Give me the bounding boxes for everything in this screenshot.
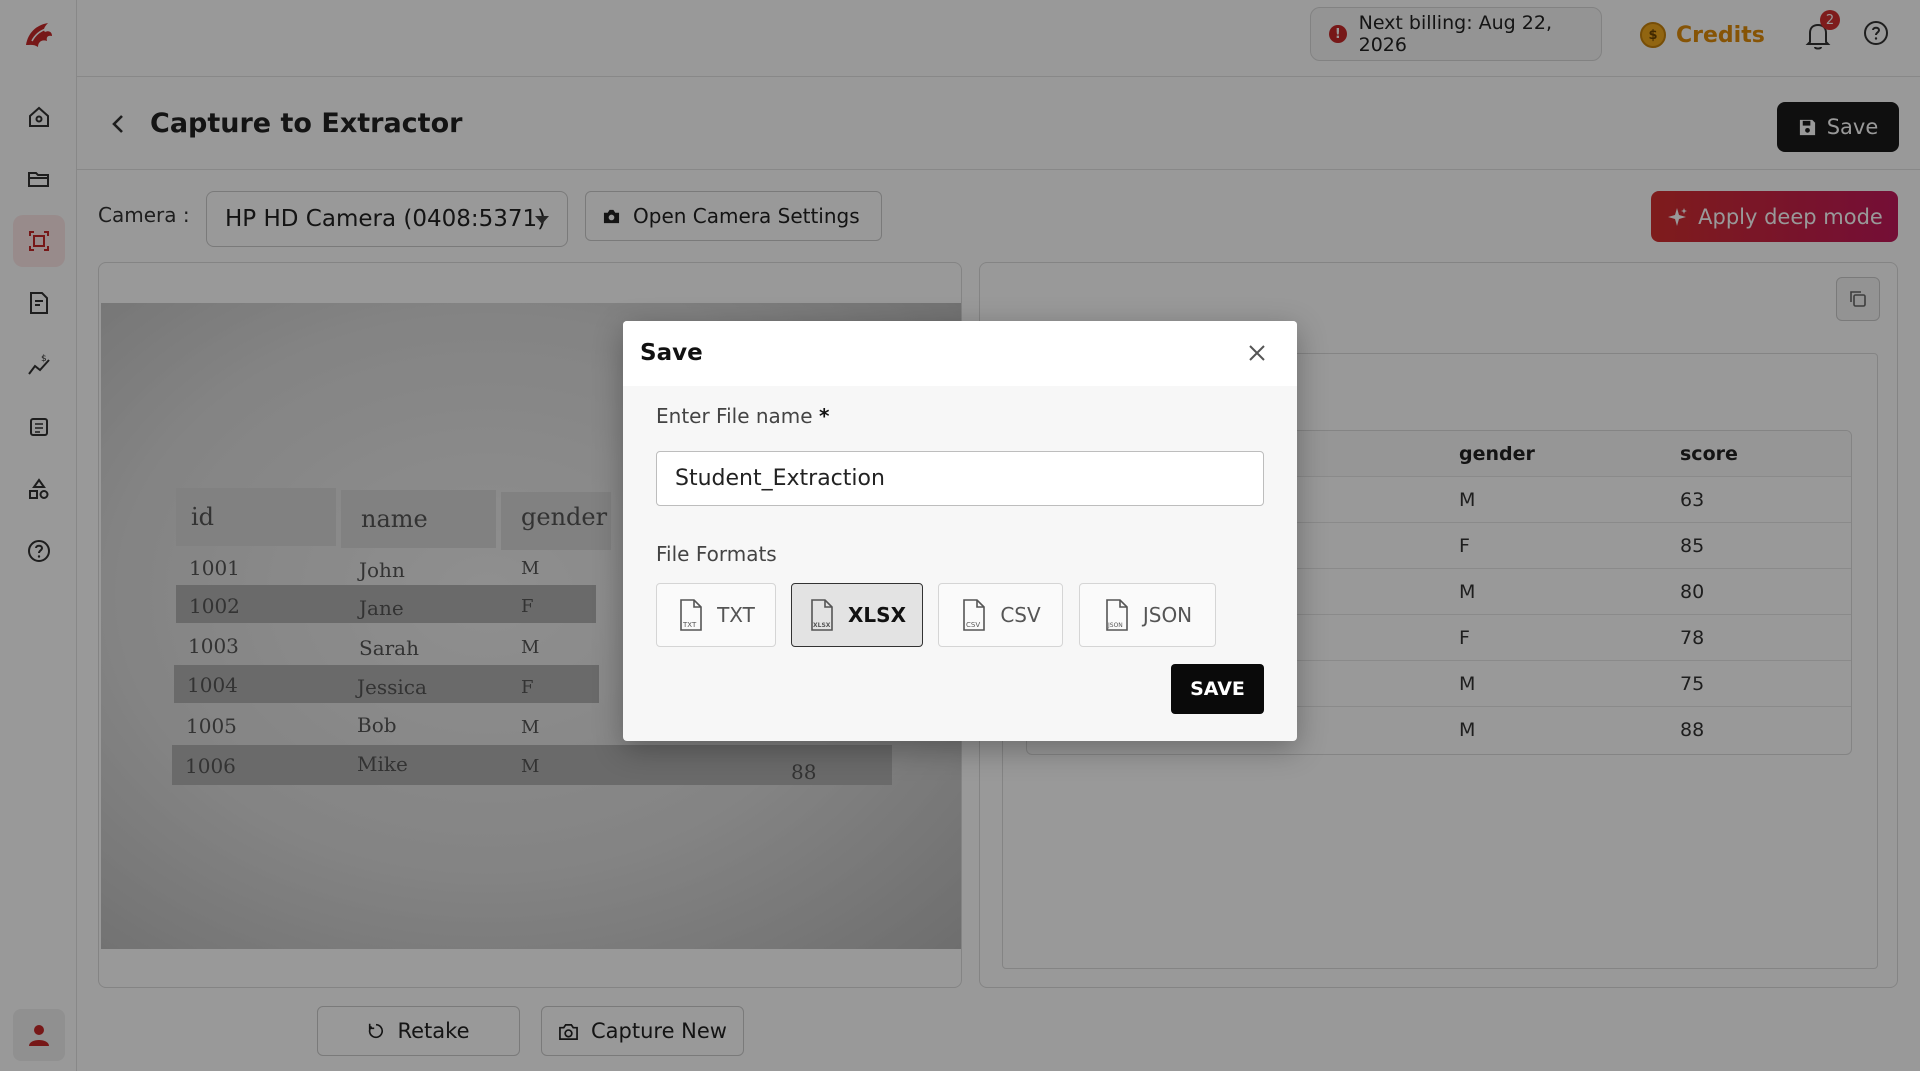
format-label: TXT: [717, 603, 755, 627]
txt-file-icon: TXT: [680, 599, 702, 631]
dialog-title: Save: [640, 340, 703, 366]
file-name-label: Enter File name *: [656, 404, 830, 428]
format-option-json[interactable]: JSON JSON: [1079, 583, 1216, 647]
svg-text:XLSX: XLSX: [813, 622, 831, 629]
required-mark: *: [818, 404, 830, 428]
svg-text:JSON: JSON: [1107, 622, 1123, 629]
close-icon[interactable]: [1245, 341, 1269, 365]
format-option-csv[interactable]: CSV CSV: [938, 583, 1063, 647]
svg-text:CSV: CSV: [966, 621, 980, 629]
format-label: XLSX: [848, 603, 906, 627]
format-option-xlsx[interactable]: XLSX XLSX: [791, 583, 923, 647]
json-file-icon: JSON: [1106, 599, 1128, 631]
svg-text:TXT: TXT: [682, 621, 697, 629]
dialog-save-button[interactable]: SAVE: [1171, 664, 1264, 714]
dialog-header: Save: [623, 321, 1297, 386]
format-option-txt[interactable]: TXT TXT: [656, 583, 776, 647]
csv-file-icon: CSV: [963, 599, 986, 631]
file-formats-label: File Formats: [656, 542, 777, 566]
xlsx-file-icon: XLSX: [811, 599, 833, 631]
format-label: CSV: [1000, 603, 1041, 627]
save-dialog: Save Enter File name * File Formats TXT …: [623, 321, 1297, 741]
file-name-input[interactable]: [656, 451, 1264, 506]
format-label: JSON: [1142, 603, 1193, 627]
